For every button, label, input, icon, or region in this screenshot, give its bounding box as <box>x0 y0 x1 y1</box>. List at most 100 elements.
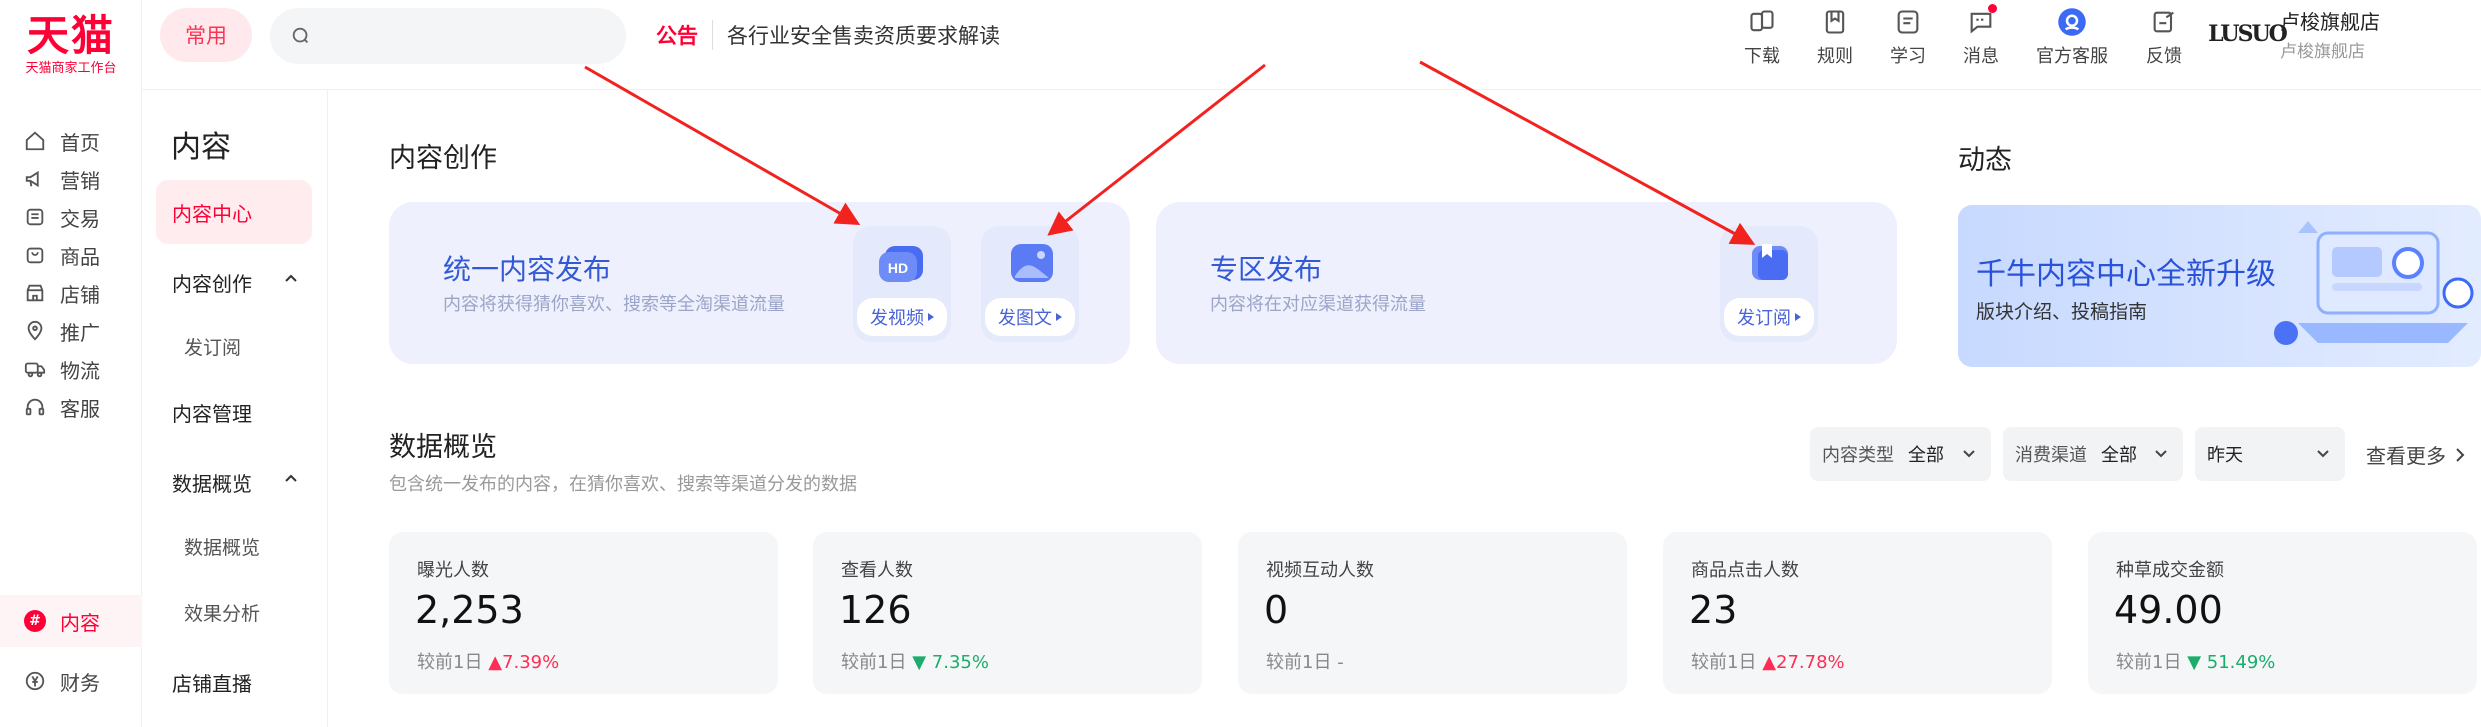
tool-study[interactable]: 学习 <box>1868 2 1948 70</box>
subnav-item-label: 数据概览 <box>172 471 252 496</box>
content-type-dropdown[interactable]: 内容类型 全部 <box>1810 427 1991 481</box>
search-icon <box>292 27 309 44</box>
content-subnav: 内容 内容中心 内容创作 发订阅 内容管理 数据概览 数据概览 效果分析 店铺直… <box>143 90 328 727</box>
stat-card-seeding-gmv[interactable]: 种草成交金额 49.00 较前1日 ▼ 51.49% <box>2088 532 2477 694</box>
data-overview-heading: 数据概览 <box>389 432 497 463</box>
tool-messages[interactable]: 消息 <box>1941 2 2021 70</box>
tool-label: 学习 <box>1890 46 1926 67</box>
bookmark-icon <box>1752 244 1788 280</box>
hd-video-icon: HD <box>879 246 923 282</box>
tool-official-service[interactable]: 官方客服 <box>2022 2 2122 70</box>
notice-bar[interactable]: 公告 各行业安全售卖资质要求解读 <box>656 20 1000 50</box>
stat-delta: 7.35% <box>931 652 989 673</box>
trend-up-icon: ▲ <box>1762 652 1777 673</box>
receipt-icon <box>22 204 48 230</box>
zone-publish-card[interactable]: 专区发布 内容将在对应渠道获得流量 发订阅 <box>1156 202 1897 364</box>
stat-delta: 7.39% <box>502 652 560 673</box>
subnav-group-content-creation[interactable]: 内容创作 <box>156 250 312 314</box>
subnav-item-label: 数据概览 <box>184 536 261 559</box>
tool-rules[interactable]: 规则 <box>1795 2 1875 70</box>
consume-channel-dropdown[interactable]: 消费渠道 全部 <box>2003 427 2183 481</box>
content-creation-heading: 内容创作 <box>389 143 497 174</box>
store-logo: LUSUO <box>2208 21 2288 47</box>
stat-delta: 51.49% <box>2206 652 2276 673</box>
unread-badge <box>1988 4 1997 13</box>
chevron-down-icon <box>2155 450 2167 458</box>
tool-label: 下载 <box>1744 46 1780 67</box>
subnav-item-data-overview[interactable]: 数据概览 <box>156 514 312 578</box>
home-icon <box>22 128 48 154</box>
stat-card-exposure[interactable]: 曝光人数 2,253 较前1日 ▲7.39% <box>389 532 778 694</box>
message-icon <box>1965 4 1997 38</box>
subnav-item-label: 内容管理 <box>172 401 252 426</box>
store-switcher[interactable]: LUSUO 卢梭旗舰店 卢梭旗舰店 <box>2208 6 2380 62</box>
publish-subscribe-button[interactable]: 发订阅 <box>1720 226 1818 342</box>
search-input[interactable] <box>322 25 612 47</box>
stat-label: 商品点击人数 <box>1691 560 1799 581</box>
headset-icon <box>22 394 48 420</box>
subnav-item-publish-subscribe[interactable]: 发订阅 <box>156 314 312 378</box>
common-button[interactable]: 常用 <box>160 8 252 62</box>
logo-text: 天猫 <box>26 11 115 60</box>
publish-video-button[interactable]: HD 发视频 <box>853 226 951 342</box>
stat-label: 曝光人数 <box>417 560 489 581</box>
view-more-label: 查看更多 <box>2366 444 2446 468</box>
view-more-link[interactable]: 查看更多 <box>2366 440 2468 469</box>
rail-item-customer-service[interactable]: 客服 <box>0 381 142 433</box>
stat-label: 种草成交金额 <box>2116 560 2224 581</box>
publish-image-text-label: 发图文 <box>985 298 1075 336</box>
annotation-arrow-video <box>584 65 861 225</box>
search-box[interactable] <box>270 8 626 64</box>
card-title: 专区发布 <box>1210 253 1323 286</box>
stat-value: 23 <box>1689 588 1738 632</box>
rail-item-content[interactable]: # 内容 <box>0 595 142 647</box>
bag-icon <box>22 242 48 268</box>
trend-down-icon: ▼ <box>2187 652 2202 673</box>
logo-subtitle: 天猫商家工作台 <box>25 61 117 76</box>
megaphone-icon <box>22 166 48 192</box>
notice-text[interactable]: 各行业安全售卖资质要求解读 <box>727 20 1000 50</box>
rail-item-label: 财务 <box>60 670 100 695</box>
stat-card-viewers[interactable]: 查看人数 126 较前1日 ▼ 7.35% <box>813 532 1202 694</box>
tool-feedback[interactable]: 反馈 <box>2124 2 2204 70</box>
data-overview-description: 包含统一发布的内容，在猜你喜欢、搜索等渠道分发的数据 <box>389 474 857 495</box>
tool-label: 反馈 <box>2146 46 2182 67</box>
rail-item-label: 内容 <box>60 610 100 635</box>
hashtag-icon: # <box>22 608 48 634</box>
rail-item-label: 推广 <box>60 320 100 345</box>
subnav-group-data-overview[interactable]: 数据概览 <box>156 450 312 514</box>
stat-card-video-interaction[interactable]: 视频互动人数 0 较前1日 - <box>1238 532 1627 694</box>
subnav-item-label: 发订阅 <box>184 336 242 359</box>
subnav-item-effect-analysis[interactable]: 效果分析 <box>156 580 312 644</box>
trend-up-icon: ▲ <box>488 652 503 673</box>
rail-item-label: 店铺 <box>60 282 100 307</box>
publish-image-text-button[interactable]: 发图文 <box>981 226 1079 342</box>
stat-card-product-clicks[interactable]: 商品点击人数 23 较前1日 ▲27.78% <box>1663 532 2052 694</box>
tool-download[interactable]: 下载 <box>1722 2 1802 70</box>
stat-value: 126 <box>839 588 912 632</box>
chevron-down-icon <box>1963 450 1975 458</box>
subnav-item-content-management[interactable]: 内容管理 <box>156 380 312 444</box>
date-range-dropdown[interactable]: 昨天 <box>2195 427 2345 481</box>
image-icon <box>1011 244 1053 282</box>
study-icon <box>1892 6 1924 38</box>
tmall-logo[interactable]: 天猫 天猫商家工作台 <box>10 12 132 78</box>
stat-delta: 27.78% <box>1776 652 1845 673</box>
rail-item-label: 客服 <box>60 396 100 421</box>
subnav-item-content-center[interactable]: 内容中心 <box>156 180 312 244</box>
promo-subtitle: 版块介绍、投稿指南 <box>1976 301 2148 323</box>
subnav-item-label: 内容创作 <box>172 271 252 296</box>
unified-publish-card[interactable]: 统一内容发布 内容将获得猜你喜欢、搜索等全淘渠道流量 HD 发视频 发图文 <box>389 202 1130 364</box>
notice-tag: 公告 <box>656 20 713 50</box>
store-name: 卢梭旗舰店 <box>2280 10 2380 34</box>
promo-banner[interactable]: 千牛内容中心全新升级 版块介绍、投稿指南 <box>1958 205 2481 367</box>
rail-item-finance[interactable]: 财务 <box>0 655 142 707</box>
tool-label: 消息 <box>1963 46 1999 67</box>
feedback-icon <box>2148 6 2180 38</box>
subnav-item-label: 效果分析 <box>184 602 261 625</box>
subnav-item-shop-live[interactable]: 店铺直播 <box>156 650 312 714</box>
shop-icon <box>22 280 48 306</box>
stat-compare: 较前1日 ▼ 51.49% <box>2116 652 2276 673</box>
download-icon <box>1746 6 1778 38</box>
rail-item-label: 物流 <box>60 358 100 383</box>
